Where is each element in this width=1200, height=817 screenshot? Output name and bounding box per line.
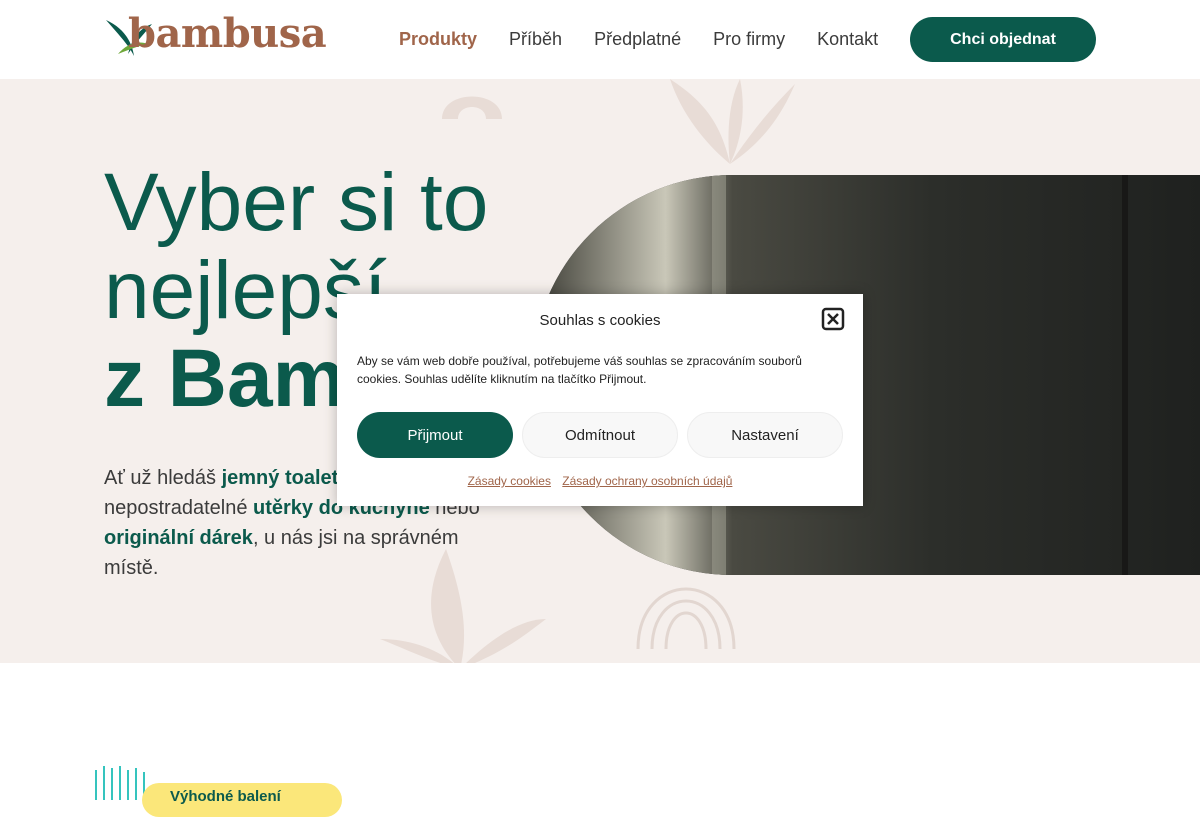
- accept-button[interactable]: Přijmout: [357, 412, 513, 458]
- nav-item-pribeh[interactable]: Příběh: [509, 29, 562, 50]
- logo-text: bambusa: [128, 10, 327, 57]
- order-button[interactable]: Chci objednat: [910, 17, 1096, 62]
- arch-decoration: [442, 96, 502, 119]
- close-icon[interactable]: [821, 307, 845, 331]
- site-header: bambusa Produkty Příběh Předplatné Pro f…: [0, 0, 1200, 79]
- deny-button[interactable]: Odmítnout: [522, 412, 678, 458]
- cookie-consent-dialog: Souhlas s cookies Aby se vám web dobře p…: [337, 294, 863, 506]
- cookie-dialog-links: Zásady cookies Zásady ochrany osobních ú…: [337, 474, 863, 488]
- cookie-dialog-text: Aby se vám web dobře používal, potřebuje…: [357, 354, 802, 386]
- main-nav: Produkty Příběh Předplatné Pro firmy Kon…: [399, 29, 878, 50]
- nav-item-kontakt[interactable]: Kontakt: [817, 29, 878, 50]
- cookie-dialog-title: Souhlas s cookies: [539, 312, 661, 329]
- nav-item-predplatne[interactable]: Předplatné: [594, 29, 681, 50]
- hero-link-gift[interactable]: originální dárek: [104, 527, 253, 549]
- cookie-policy-link[interactable]: Zásady cookies: [468, 474, 551, 488]
- hero-title-line1: Vyber si to: [104, 157, 489, 248]
- settings-button[interactable]: Nastavení: [687, 412, 843, 458]
- nav-item-pro-firmy[interactable]: Pro firmy: [713, 29, 785, 50]
- logo[interactable]: bambusa: [104, 10, 334, 60]
- leaf-decoration-top: [670, 79, 795, 164]
- offer-badge[interactable]: Výhodné balení: [142, 783, 342, 817]
- privacy-policy-link[interactable]: Zásady ochrany osobních údajů: [562, 474, 732, 488]
- hero-text-part: Ať už hledáš: [104, 467, 222, 489]
- badge-label: Výhodné balení: [170, 788, 281, 805]
- nav-item-produkty[interactable]: Produkty: [399, 29, 477, 50]
